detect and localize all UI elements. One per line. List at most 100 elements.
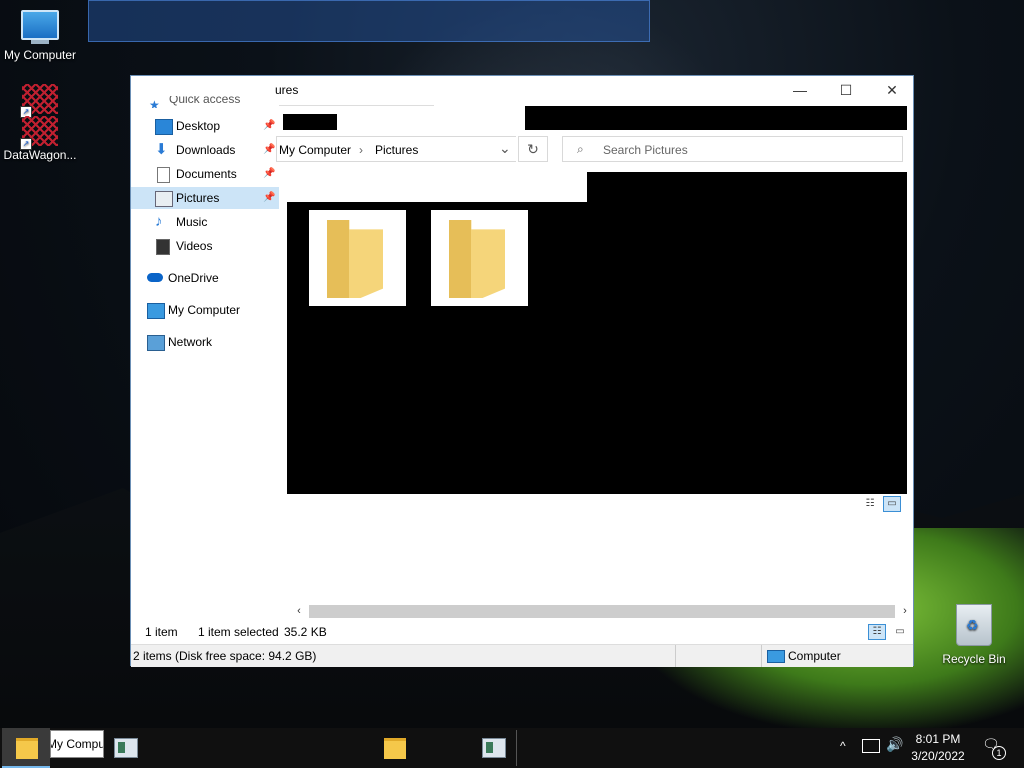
taskbar-tooltip: My Computer xyxy=(50,730,104,758)
folder-icon xyxy=(327,220,383,298)
scroll-right-icon[interactable]: › xyxy=(897,603,913,620)
search-placeholder: Search Pictures xyxy=(603,143,688,157)
nav-item-network[interactable]: Network xyxy=(131,331,279,353)
folder-icon xyxy=(449,220,505,298)
network-icon xyxy=(147,335,165,351)
details-view-icon[interactable]: ☷ xyxy=(861,496,879,512)
breadcrumb-my-computer[interactable]: My Computer xyxy=(279,143,351,157)
divider xyxy=(761,645,762,667)
chevron-down-icon[interactable]: ⌄ xyxy=(499,140,511,157)
window-title: ures xyxy=(275,83,299,97)
nav-item-desktop[interactable]: Desktop 📌 xyxy=(131,115,279,137)
taskbar: ^ 🔊 xyxy=(0,728,1024,768)
taskbar-file-explorer[interactable] xyxy=(2,728,50,768)
onedrive-icon xyxy=(147,273,163,282)
folder-item[interactable] xyxy=(431,210,528,306)
maximize-button[interactable]: ☐ xyxy=(823,76,869,104)
disk-space-text: 2 items (Disk free space: 94.2 GB) xyxy=(133,649,317,663)
search-input[interactable]: ⌕ Search Pictures xyxy=(562,136,903,162)
pin-icon[interactable]: 📌 xyxy=(263,187,275,209)
status-selected-size: 35.2 KB xyxy=(284,625,327,639)
address-bar[interactable]: My Computer › Pictures ⌄ xyxy=(276,136,516,162)
large-icons-view-icon[interactable]: ▭ xyxy=(883,496,901,512)
status-item-count: 1 item xyxy=(145,625,178,639)
nav-label: Downloads xyxy=(176,143,236,157)
scrollbar-thumb[interactable] xyxy=(309,605,895,618)
pin-icon[interactable]: 📌 xyxy=(263,163,275,185)
details-status-bar: 2 items (Disk free space: 94.2 GB) Compu… xyxy=(131,644,913,667)
desktop-icon-my-computer[interactable]: My Computer xyxy=(0,10,80,62)
computer-icon xyxy=(147,303,165,319)
tooltip-text: My Computer xyxy=(51,737,103,751)
desktop-icon-app-shortcut[interactable]: ↗ xyxy=(0,84,80,118)
downloads-icon: ⬇ xyxy=(155,141,168,158)
file-explorer-window: ures — ☐ ✕ My Computer › Pictures ⌄ ↻ ⌕ … xyxy=(130,75,915,667)
nav-item-music[interactable]: ♪ Music xyxy=(131,211,279,233)
folder-icon xyxy=(384,738,406,759)
navigation-pane: ★ Quick access Desktop 📌 ⬇ Downloads 📌 D… xyxy=(131,96,279,601)
nav-label: My Computer xyxy=(168,303,241,317)
taskbar-app-2[interactable] xyxy=(468,728,516,768)
folder-icon xyxy=(16,738,38,759)
desktop-icon-recycle-bin[interactable]: ♻ Recycle Bin xyxy=(934,604,1014,666)
nav-quick-access[interactable]: ★ Quick access xyxy=(131,96,279,108)
breadcrumb-separator-icon: › xyxy=(359,143,363,157)
column-header-strip xyxy=(279,172,587,202)
pin-icon[interactable]: 📌 xyxy=(263,139,275,161)
tray-overflow-chevron-icon[interactable]: ^ xyxy=(840,739,846,753)
music-icon: ♪ xyxy=(155,213,163,230)
desktop-icon-label: Recycle Bin xyxy=(942,652,1006,666)
nav-item-my-computer[interactable]: My Computer xyxy=(131,299,279,321)
nav-item-videos[interactable]: Videos xyxy=(131,235,279,257)
nav-label: Network xyxy=(168,335,213,349)
recycle-bin-icon: ♻ xyxy=(956,604,992,646)
star-icon: ★ xyxy=(149,98,160,108)
nav-item-downloads[interactable]: ⬇ Downloads 📌 xyxy=(131,139,279,161)
nav-label: Music xyxy=(176,215,208,229)
notification-center-button[interactable]: 🗨 1 xyxy=(982,736,1006,760)
computer-icon xyxy=(767,650,785,663)
red-web-app-icon: ↗ xyxy=(20,116,58,150)
large-icons-view-icon[interactable]: ▭ xyxy=(891,624,909,640)
clock-date: 3/20/2022 xyxy=(911,749,965,763)
close-button[interactable]: ✕ xyxy=(869,76,915,104)
pin-icon[interactable]: 📌 xyxy=(263,115,275,137)
documents-icon xyxy=(157,167,170,183)
nav-label: OneDrive xyxy=(168,271,219,285)
nav-item-onedrive[interactable]: OneDrive xyxy=(131,267,279,289)
nav-label: Desktop xyxy=(176,119,221,133)
nav-item-documents[interactable]: Documents 📌 xyxy=(131,163,279,185)
refresh-button[interactable]: ↻ xyxy=(518,136,548,162)
nav-label: Videos xyxy=(176,239,213,253)
clock-time: 8:01 PM xyxy=(915,732,961,746)
desktop-selection-rectangle xyxy=(88,0,650,42)
minimize-button[interactable]: — xyxy=(777,76,823,104)
folder-item[interactable] xyxy=(309,210,406,306)
nav-label: Quick access xyxy=(169,96,241,106)
app-window-icon xyxy=(482,738,506,758)
desktop-icon xyxy=(155,119,173,135)
search-icon: ⌕ xyxy=(577,142,584,156)
status-bar: 1 item 1 item selected 35.2 KB ☷ ▭ xyxy=(131,621,913,643)
redacted-region xyxy=(525,106,907,130)
app-window-icon xyxy=(114,738,138,758)
horizontal-scrollbar[interactable]: ‹ › xyxy=(291,603,911,620)
status-selected-count: 1 item selected xyxy=(198,625,279,639)
taskbar-app[interactable] xyxy=(100,728,148,768)
desktop-icon-datawagon[interactable]: ↗ DataWagon... xyxy=(0,116,80,162)
videos-icon xyxy=(156,239,170,255)
divider xyxy=(516,730,517,766)
nav-item-pictures[interactable]: Pictures 📌 xyxy=(131,187,279,209)
nav-label: Pictures xyxy=(176,191,220,205)
scroll-left-icon[interactable]: ‹ xyxy=(291,603,307,620)
system-clock[interactable]: 8:01 PM 3/20/2022 xyxy=(900,731,976,765)
network-icon[interactable] xyxy=(862,739,880,753)
details-view-icon[interactable]: ☷ xyxy=(868,624,886,640)
computer-icon xyxy=(21,10,59,44)
breadcrumb-pictures[interactable]: Pictures xyxy=(375,143,418,157)
taskbar-file-explorer-2[interactable] xyxy=(370,728,418,768)
desktop-icon-label: DataWagon... xyxy=(3,148,77,162)
zone-label: Computer xyxy=(788,649,841,663)
desktop-icon-label: My Computer xyxy=(3,48,77,62)
shortcut-arrow-icon: ↗ xyxy=(20,138,32,150)
